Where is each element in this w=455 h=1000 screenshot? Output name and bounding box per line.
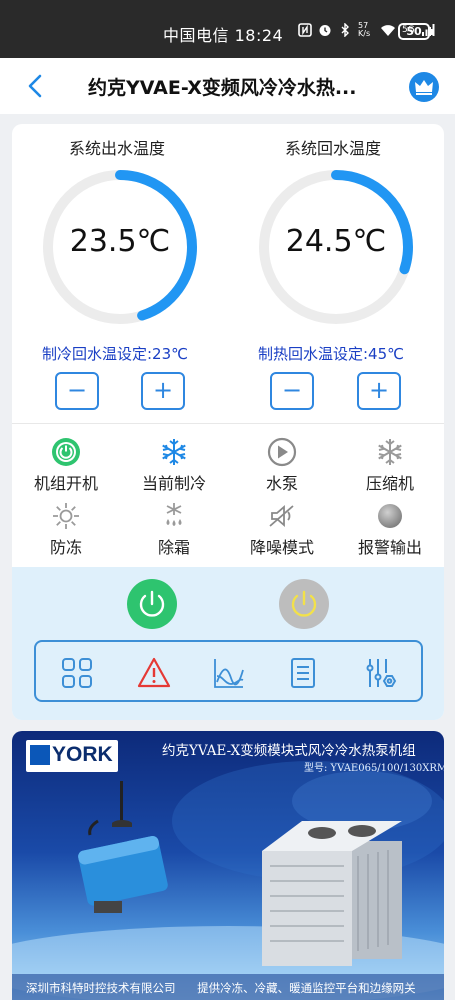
return-temp-value: 24.5℃ bbox=[285, 224, 387, 259]
divider bbox=[12, 423, 444, 424]
carrier-time: 中国电信 18:24 bbox=[163, 26, 284, 45]
status-label: 当前制冷 bbox=[141, 474, 206, 493]
status-label: 除霜 bbox=[157, 538, 190, 557]
outlet-temp-value: 23.5℃ bbox=[69, 224, 171, 259]
chart-icon[interactable] bbox=[212, 656, 246, 690]
company-slogan: 提供冷冻、冷藏、暖通监控平台和边缘网关 bbox=[197, 981, 416, 995]
status-label: 防冻 bbox=[49, 538, 82, 557]
toolbar bbox=[34, 640, 423, 702]
return-temp-title: 系统回水温度 bbox=[285, 139, 382, 158]
company-name: 深圳市科特时控技术有限公司 bbox=[26, 981, 176, 995]
cooling-decrease-button[interactable]: − bbox=[55, 372, 99, 410]
snowflake-icon bbox=[378, 439, 402, 465]
dot-icon bbox=[378, 504, 402, 528]
power-icon bbox=[139, 590, 165, 617]
status-antifreeze: 防冻 bbox=[16, 501, 116, 558]
net-speed: 57 K/s bbox=[358, 21, 371, 38]
york-snowflake-mark bbox=[30, 745, 50, 765]
status-quiet-mode: 降噪模式 bbox=[232, 501, 332, 558]
banner-model: 型号: YVAE065/100/130XRME bbox=[304, 763, 444, 774]
bluetooth-icon bbox=[341, 23, 349, 37]
control-area bbox=[12, 567, 444, 720]
wifi-icon bbox=[381, 25, 395, 36]
page-title: 约克YVAE-X变频风冷冷水热... bbox=[88, 77, 357, 99]
status-defrost: 除霜 bbox=[124, 501, 224, 558]
main-panel: 系统出水温度 23.5℃ 系统回水温度 24.5℃ 制冷回水温设定:23℃ 制热… bbox=[12, 124, 444, 720]
grid-icon[interactable] bbox=[60, 656, 94, 690]
york-logo-text: YORK bbox=[52, 743, 113, 766]
mute-icon bbox=[269, 505, 294, 527]
status-pump: 水泵 bbox=[232, 437, 332, 494]
status-label: 压缩机 bbox=[365, 474, 414, 493]
york-logo: YORK bbox=[26, 740, 118, 772]
power-icon bbox=[291, 590, 317, 617]
status-compressor: 压缩机 bbox=[340, 437, 440, 494]
cooling-setpoint-label: 制冷回水温设定:23℃ bbox=[42, 345, 188, 363]
list-icon[interactable] bbox=[286, 656, 320, 690]
alert-icon[interactable] bbox=[137, 656, 171, 690]
sun-icon bbox=[53, 503, 79, 529]
status-unit-on: 机组开机 bbox=[16, 437, 116, 494]
nav-bar: 约克YVAE-X变频风冷冷水热... bbox=[0, 58, 455, 114]
battery-icon: 50 bbox=[398, 23, 433, 40]
status-label: 报警输出 bbox=[357, 538, 422, 557]
cooling-increase-button[interactable]: + bbox=[141, 372, 185, 410]
crown-button[interactable] bbox=[409, 72, 439, 102]
status-label: 降噪模式 bbox=[249, 538, 314, 557]
heating-increase-button[interactable]: + bbox=[357, 372, 401, 410]
status-cooling: 当前制冷 bbox=[124, 437, 224, 494]
crown-icon bbox=[415, 80, 433, 95]
power-off-button[interactable] bbox=[279, 579, 329, 629]
power-icon bbox=[52, 438, 80, 466]
heating-decrease-button[interactable]: − bbox=[270, 372, 314, 410]
status-label: 机组开机 bbox=[33, 474, 98, 493]
nfc-icon bbox=[298, 23, 312, 37]
play-icon bbox=[267, 437, 297, 467]
snowflake-icon bbox=[162, 439, 186, 465]
status-bar: 中国电信 18:24 57 K/s 5G 50 bbox=[0, 0, 455, 58]
settings-sliders-icon[interactable] bbox=[364, 656, 398, 690]
product-banner: YORK 约克YVAE-X变频模块式风冷冷水热泵机组 型号: YVAE065/1… bbox=[12, 731, 444, 1000]
power-on-button[interactable] bbox=[127, 579, 177, 629]
banner-footer: 深圳市科特时控技术有限公司 提供冷冻、冷藏、暖通监控平台和边缘网关 bbox=[12, 974, 444, 1000]
defrost-icon bbox=[166, 503, 182, 526]
alarm-icon bbox=[319, 25, 331, 36]
heating-setpoint-label: 制热回水温设定:45℃ bbox=[258, 345, 404, 363]
status-label: 水泵 bbox=[265, 474, 298, 493]
back-button[interactable] bbox=[22, 72, 50, 100]
outlet-temp-title: 系统出水温度 bbox=[69, 139, 166, 158]
banner-title: 约克YVAE-X变频模块式风冷冷水热泵机组 bbox=[162, 743, 416, 759]
status-alarm-output: 报警输出 bbox=[340, 501, 440, 558]
